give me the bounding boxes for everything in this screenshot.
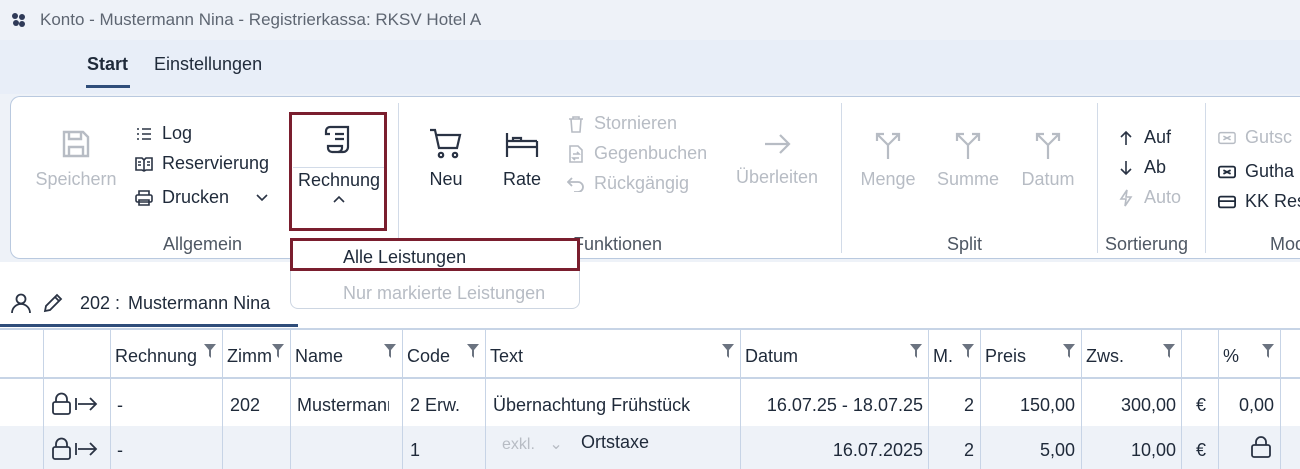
filter-icon xyxy=(1063,342,1075,363)
lightning-icon xyxy=(1117,189,1135,207)
filter-icon xyxy=(910,342,922,363)
filter-icon xyxy=(384,342,396,363)
col-header-rechnung[interactable]: Rechnung xyxy=(111,330,223,379)
sort-auf-button[interactable]: Auf xyxy=(1117,127,1171,148)
tax-mode-select[interactable]: exkl. ⌄ xyxy=(502,434,563,454)
reservierung-button[interactable]: Reservierung xyxy=(135,153,269,174)
group-label-mod: Mod xyxy=(1270,234,1300,254)
group-separator xyxy=(398,103,399,253)
group-label-allgemein: Allgemein xyxy=(163,234,243,254)
col-header-datum[interactable]: Datum xyxy=(741,330,929,379)
arrow-down-icon xyxy=(1117,159,1135,177)
chevron-down-icon[interactable] xyxy=(255,193,269,203)
gegenbuchen-button[interactable]: Gegenbuchen xyxy=(567,143,707,164)
bookings-table: Rechnung Zimm Name Code Text Datum M. Pr… xyxy=(0,328,1300,469)
voucher-icon xyxy=(1218,129,1236,147)
col-header-prozent[interactable]: % xyxy=(1219,330,1281,379)
customer-tab[interactable]: 202 : Mustermann Nina xyxy=(10,292,270,314)
filter-icon xyxy=(1262,342,1274,363)
menu-item-nur-markierte[interactable]: Nur markierte Leistungen xyxy=(343,283,545,304)
stornieren-button[interactable]: Stornieren xyxy=(567,113,677,134)
sort-auto-button[interactable]: Auto xyxy=(1117,187,1181,208)
col-header-text[interactable]: Text xyxy=(486,330,741,379)
drucken-button[interactable]: Drucken xyxy=(135,187,269,208)
chevron-down-icon: ⌄ xyxy=(549,436,563,453)
kk-reservierung-button[interactable]: KK Res xyxy=(1218,191,1300,212)
ribbon: Speichern Log Reservierung Drucken Rechn… xyxy=(10,96,1300,259)
group-separator xyxy=(841,103,842,253)
customer-tab-indicator xyxy=(0,324,298,327)
col-header-preis[interactable]: Preis xyxy=(981,330,1082,379)
col-header-name[interactable]: Name xyxy=(291,330,403,379)
highlight-box-alle-leistungen xyxy=(290,238,580,271)
window-title: Konto - Mustermann Nina - Registrierkass… xyxy=(40,10,482,29)
book-icon xyxy=(135,155,153,173)
title-bar: Konto - Mustermann Nina - Registrierkass… xyxy=(0,0,1300,40)
split-arrows-icon xyxy=(955,132,981,159)
arrow-up-icon xyxy=(1117,129,1135,147)
guthaben-button[interactable]: Gutha xyxy=(1218,161,1294,182)
person-icon xyxy=(10,292,32,314)
col-header-currency xyxy=(1182,330,1219,379)
split-summe-button[interactable]: Summe xyxy=(935,127,1001,190)
bed-icon xyxy=(505,133,539,157)
filter-icon xyxy=(467,342,479,363)
col-header-menge[interactable]: M. xyxy=(929,330,981,379)
highlight-box-rechnung xyxy=(289,112,387,231)
floppy-disk-icon xyxy=(62,130,90,158)
ueberleiten-button[interactable]: Überleiten xyxy=(729,129,825,188)
room-number: 202 : xyxy=(80,292,121,313)
document-swap-icon xyxy=(567,144,585,163)
arrow-right-icon xyxy=(765,134,791,154)
save-button[interactable]: Speichern xyxy=(31,127,121,190)
neu-button[interactable]: Neu xyxy=(425,127,467,190)
filter-icon xyxy=(272,342,284,363)
lock-transfer-icon[interactable] xyxy=(52,392,98,421)
split-arrows-icon xyxy=(1035,132,1061,159)
col-header-code[interactable]: Code xyxy=(403,330,486,379)
group-label-sortierung: Sortierung xyxy=(1105,234,1189,254)
log-button[interactable]: Log xyxy=(135,123,192,144)
group-label-split: Split xyxy=(947,234,983,254)
list-icon xyxy=(135,125,153,143)
filter-icon xyxy=(722,342,734,363)
credit-card-icon xyxy=(1218,193,1236,211)
filter-icon xyxy=(204,342,216,363)
customer-name: Mustermann Nina xyxy=(128,292,271,313)
col-header-zimmer[interactable]: Zimm xyxy=(223,330,291,379)
sort-ab-button[interactable]: Ab xyxy=(1117,157,1166,178)
filter-icon xyxy=(962,342,974,363)
rate-button[interactable]: Rate xyxy=(499,127,545,190)
col-header-extra xyxy=(1281,330,1300,379)
col-header-actions xyxy=(44,330,111,379)
cart-icon xyxy=(430,128,462,159)
active-tab-indicator xyxy=(86,85,130,88)
tab-start[interactable]: Start xyxy=(87,54,128,75)
group-label-funktionen: Funktionen xyxy=(573,234,663,254)
split-datum-button[interactable]: Datum xyxy=(1017,127,1079,190)
gutschein-button[interactable]: Gutsc xyxy=(1218,127,1292,148)
split-arrows-icon xyxy=(875,132,901,159)
lock-transfer-icon[interactable] xyxy=(52,437,98,466)
col-header-select xyxy=(0,330,44,379)
app-logo-icon xyxy=(12,13,26,27)
split-menge-button[interactable]: Menge xyxy=(857,127,919,190)
tab-einstellungen[interactable]: Einstellungen xyxy=(154,54,262,75)
lock-icon xyxy=(1251,436,1271,463)
printer-icon xyxy=(135,189,153,207)
ribbon-tabs: Start Einstellungen xyxy=(0,40,1300,94)
group-separator xyxy=(1205,103,1206,253)
undo-icon xyxy=(567,175,585,193)
filter-icon xyxy=(1163,342,1175,363)
rueckgaengig-button[interactable]: Rückgängig xyxy=(567,173,689,194)
voucher-icon xyxy=(1218,163,1236,181)
pencil-icon[interactable] xyxy=(42,292,64,314)
trash-icon xyxy=(567,115,585,133)
group-separator xyxy=(1097,103,1098,253)
col-header-zws[interactable]: Zws. xyxy=(1082,330,1182,379)
